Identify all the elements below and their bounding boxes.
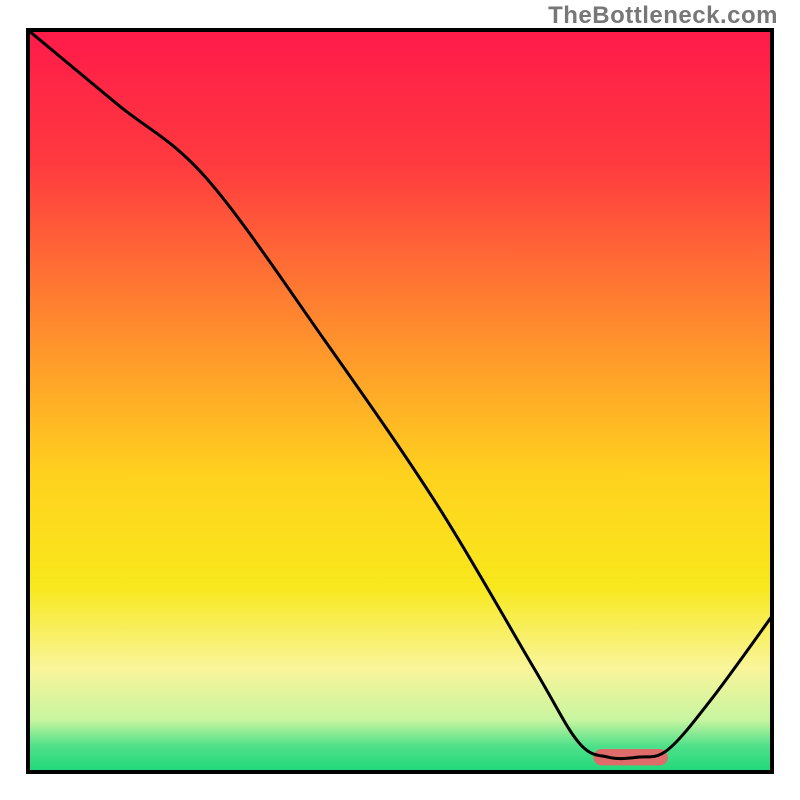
gradient-background	[28, 30, 772, 772]
bottleneck-chart	[0, 0, 800, 800]
chart-frame: TheBottleneck.com	[0, 0, 800, 800]
watermark-text: TheBottleneck.com	[548, 2, 778, 30]
